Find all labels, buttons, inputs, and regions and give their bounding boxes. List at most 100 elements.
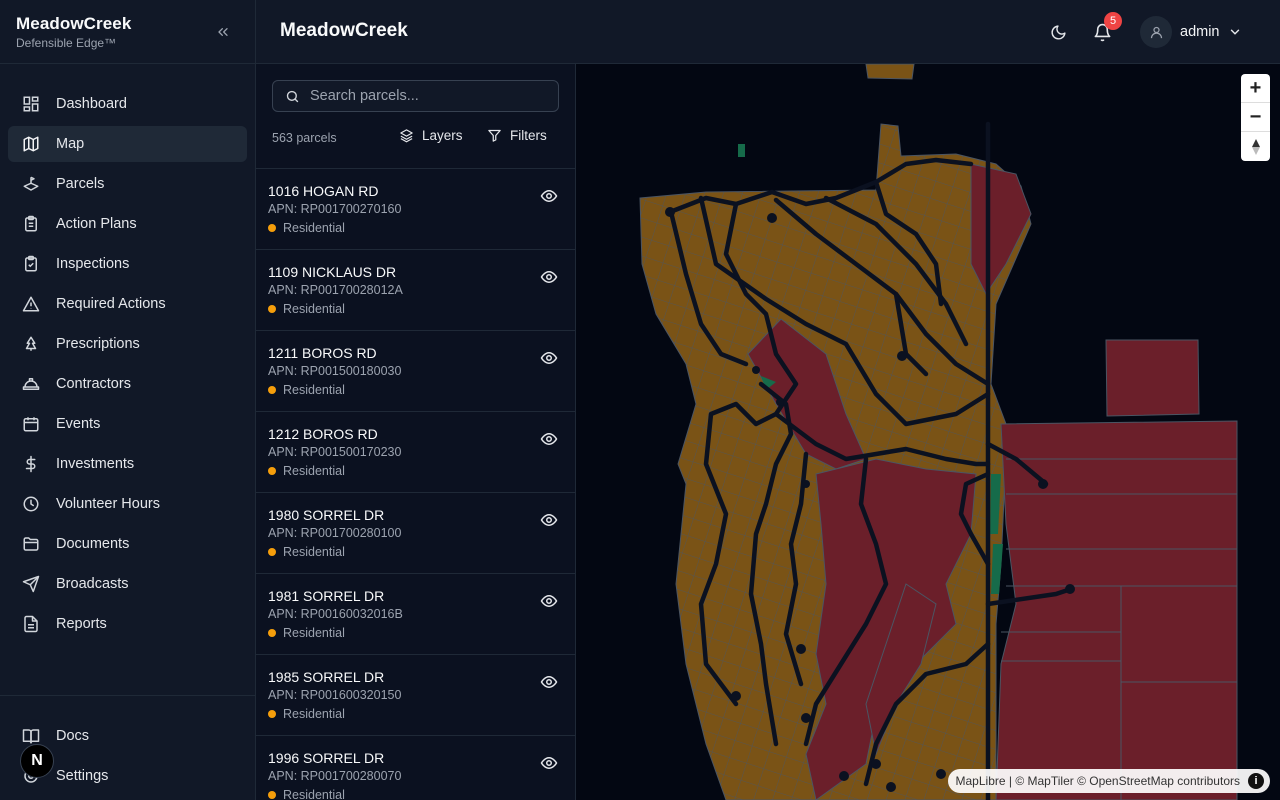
status-dot — [268, 386, 276, 394]
eye-icon[interactable] — [540, 430, 558, 448]
brand-subtitle: Defensible Edge™ — [16, 36, 117, 50]
sidebar-item-label: Contractors — [56, 376, 131, 392]
sidebar-item-prescriptions[interactable]: Prescriptions — [8, 326, 247, 362]
dev-tools-avatar[interactable]: N — [20, 744, 54, 778]
sidebar-item-map[interactable]: Map — [8, 126, 247, 162]
notifications-button[interactable]: 5 — [1090, 12, 1122, 44]
eye-icon[interactable] — [540, 754, 558, 772]
sidebar-item-investments[interactable]: Investments — [8, 446, 247, 482]
parcel-apn: APN: RP001500170230 — [268, 445, 402, 459]
parcel-type: Residential — [268, 221, 564, 235]
search-input[interactable] — [310, 88, 550, 104]
sidebar-item-required-actions[interactable]: Required Actions — [8, 286, 247, 322]
map-icon — [22, 135, 40, 153]
sidebar-item-label: Docs — [56, 728, 90, 744]
chevrons-left-icon — [218, 27, 228, 36]
list-item[interactable]: 1996 SORREL DR APN: RP001700280070 Resid… — [256, 736, 575, 800]
list-item[interactable]: 1109 NICKLAUS DR APN: RP00170028012A Res… — [256, 250, 575, 331]
zoom-in-button[interactable]: + — [1241, 74, 1270, 103]
info-icon[interactable]: i — [1248, 773, 1264, 789]
user-name: admin — [1180, 24, 1220, 40]
sidebar-item-inspections[interactable]: Inspections — [8, 246, 247, 282]
parcel-address: 1981 SORREL DR — [268, 588, 385, 604]
zoom-out-button[interactable]: − — [1241, 103, 1270, 132]
hard-hat-icon — [22, 375, 40, 393]
common-area[interactable] — [1105, 339, 1200, 417]
green-space-shape[interactable] — [991, 544, 1003, 594]
layers-label: Layers — [422, 128, 463, 143]
sidebar-item-action-plans[interactable]: Action Plans — [8, 206, 247, 242]
status-dot — [268, 548, 276, 556]
list-item[interactable]: 1981 SORREL DR APN: RP00160032016B Resid… — [256, 574, 575, 655]
parcel-type: Residential — [268, 788, 564, 800]
eye-icon[interactable] — [540, 592, 558, 610]
user-menu[interactable]: admin — [1140, 16, 1242, 48]
sidebar-item-label: Volunteer Hours — [56, 496, 160, 512]
list-item[interactable]: 1985 SORREL DR APN: RP001600320150 Resid… — [256, 655, 575, 736]
eye-icon[interactable] — [540, 349, 558, 367]
sidebar-nav: Dashboard Map Parcels Action Plans Inspe… — [0, 64, 255, 642]
status-dot — [268, 791, 276, 799]
avatar — [1140, 16, 1172, 48]
parcel-apn: APN: RP00170028012A — [268, 283, 403, 297]
eye-icon[interactable] — [540, 187, 558, 205]
list-item[interactable]: 1016 HOGAN RD APN: RP001700270160 Reside… — [256, 169, 575, 250]
sidebar-item-label: Dashboard — [56, 96, 127, 112]
parcel-count: 563 parcels — [272, 131, 337, 145]
list-item[interactable]: 1211 BOROS RD APN: RP001500180030 Reside… — [256, 331, 575, 412]
send-icon — [22, 575, 40, 593]
layers-button[interactable]: Layers — [399, 128, 463, 143]
tree-icon — [22, 335, 40, 353]
collapse-sidebar-button[interactable] — [213, 22, 233, 42]
compass-icon — [1251, 138, 1260, 155]
sidebar-item-contractors[interactable]: Contractors — [8, 366, 247, 402]
parcel-map[interactable] — [576, 64, 1280, 800]
eye-icon[interactable] — [540, 511, 558, 529]
filters-button[interactable]: Filters — [487, 128, 547, 143]
chevron-down-icon — [1230, 29, 1239, 35]
parcel-type-label: Residential — [283, 383, 345, 397]
sidebar-item-parcels[interactable]: Parcels — [8, 166, 247, 202]
sidebar-item-label: Documents — [56, 536, 130, 552]
parcel-apn: APN: RP001500180030 — [268, 364, 402, 378]
sidebar-item-label: Reports — [56, 616, 107, 632]
eye-icon[interactable] — [540, 268, 558, 286]
parcel-type: Residential — [268, 302, 564, 316]
map-canvas[interactable]: + − MapLibre | © MapTiler © OpenStreetMa… — [576, 64, 1280, 800]
list-item[interactable]: 1980 SORREL DR APN: RP001700280100 Resid… — [256, 493, 575, 574]
notification-count-badge: 5 — [1104, 12, 1122, 30]
parcel-type-label: Residential — [283, 302, 345, 316]
list-item[interactable]: 1212 BOROS RD APN: RP001500170230 Reside… — [256, 412, 575, 493]
parcel-shape[interactable] — [865, 64, 915, 80]
green-space-shape[interactable] — [738, 144, 745, 157]
parcel-type-label: Residential — [283, 221, 345, 235]
page-title: MeadowCreek — [280, 20, 408, 41]
reset-north-button[interactable] — [1241, 132, 1270, 161]
moon-icon — [1051, 24, 1066, 39]
parcel-panel: 563 parcels Layers Filters 1016 HOGAN RD… — [256, 64, 576, 800]
sidebar-item-events[interactable]: Events — [8, 406, 247, 442]
sidebar-item-reports[interactable]: Reports — [8, 606, 247, 642]
parcel-apn: APN: RP001700280070 — [268, 769, 402, 783]
sidebar-item-label: Events — [56, 416, 101, 432]
sidebar: MeadowCreek Defensible Edge™ Dashboard M… — [0, 0, 256, 800]
sidebar-item-volunteer-hours[interactable]: Volunteer Hours — [8, 486, 247, 522]
parcel-type-label: Residential — [283, 464, 345, 478]
parcel-type-label: Residential — [283, 545, 345, 559]
book-icon — [22, 727, 40, 745]
sidebar-item-dashboard[interactable]: Dashboard — [8, 86, 247, 122]
theme-toggle-button[interactable] — [1046, 20, 1070, 44]
file-text-icon — [22, 615, 40, 633]
parcel-address: 1211 BOROS RD — [268, 345, 377, 361]
common-area[interactable] — [995, 420, 1238, 800]
warning-icon — [22, 295, 40, 313]
sidebar-item-broadcasts[interactable]: Broadcasts — [8, 566, 247, 602]
sidebar-item-documents[interactable]: Documents — [8, 526, 247, 562]
parcel-address: 1109 NICKLAUS DR — [268, 264, 397, 280]
status-dot — [268, 305, 276, 313]
sidebar-item-label: Map — [56, 136, 85, 152]
top-header: MeadowCreek 5 admin — [256, 0, 1280, 64]
user-icon — [1150, 26, 1162, 38]
eye-icon[interactable] — [540, 673, 558, 691]
status-dot — [268, 224, 276, 232]
